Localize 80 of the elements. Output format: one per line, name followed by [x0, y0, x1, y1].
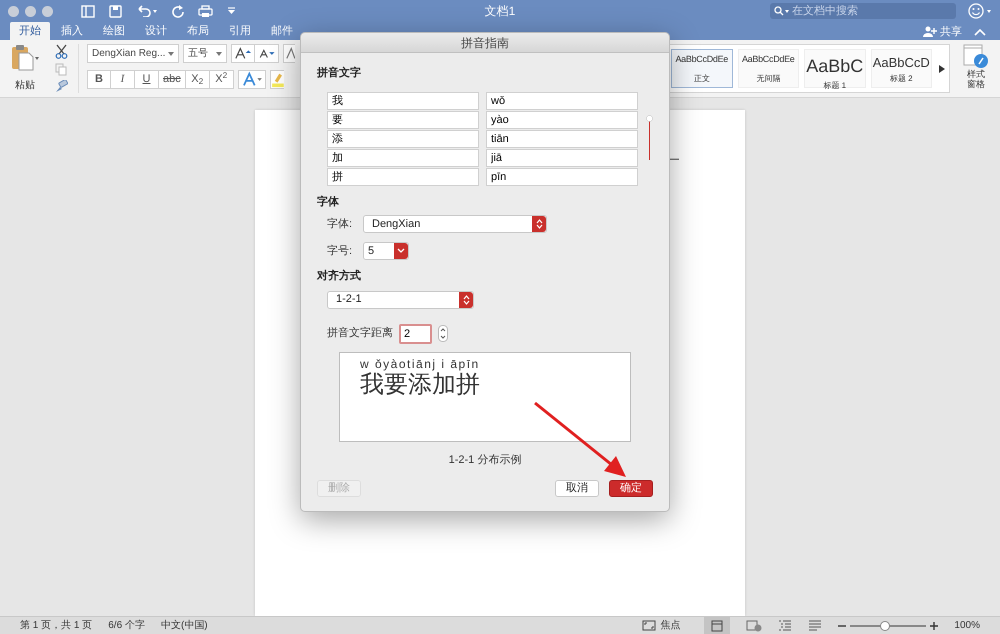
add-person-icon[interactable]: [923, 26, 937, 38]
shrink-font-icon[interactable]: [255, 44, 279, 63]
ok-button[interactable]: 确定: [609, 480, 653, 497]
pinyin-field[interactable]: jiā: [486, 148, 638, 166]
pinyin-field[interactable]: wǒ: [486, 92, 638, 110]
sidebar-icon[interactable]: [81, 4, 95, 18]
size-label: 字号:: [327, 244, 354, 259]
preview-pinyin: w ǒyàotiānj i āpīn: [360, 356, 480, 370]
paste-icon[interactable]: [10, 44, 40, 72]
format-painter-icon[interactable]: [54, 80, 68, 93]
style-item[interactable]: AaBbCcD 标题 2: [870, 49, 932, 88]
script-button[interactable]: X$^{2}$: [210, 70, 234, 89]
print-layout-icon[interactable]: [704, 616, 730, 634]
zoom-percentage: 100%: [954, 619, 980, 633]
word-count: 6/6 个字: [108, 618, 145, 633]
base-text-field[interactable]: 添: [327, 130, 479, 148]
style-item[interactable]: AaBbC 标题 1: [804, 49, 866, 88]
text-effects-icon[interactable]: [238, 70, 266, 89]
alignment-select[interactable]: 1-2-1: [327, 290, 474, 308]
save-icon[interactable]: [109, 4, 122, 18]
style-item[interactable]: AaBbCcDdEe 正文: [671, 49, 732, 88]
bold-button[interactable]: B: [87, 70, 111, 89]
offset-label: 拼音文字距离: [327, 326, 393, 342]
draft-icon[interactable]: [808, 620, 822, 631]
focus-label[interactable]: 焦点: [660, 618, 680, 633]
preview-text: 我要添加拼: [360, 370, 480, 398]
updown-arrows-icon[interactable]: [536, 219, 542, 229]
caret-icon[interactable]: [397, 248, 405, 254]
caret-icon[interactable]: [168, 52, 174, 56]
cancel-button[interactable]: 取消: [555, 480, 599, 497]
font-size-dropdown[interactable]: 五号: [183, 44, 227, 63]
section-heading: 对齐方式: [317, 268, 362, 284]
stepper-icon[interactable]: [438, 325, 448, 342]
focus-icon[interactable]: [642, 620, 656, 631]
zoom-in-icon[interactable]: [930, 622, 938, 630]
base-text-field[interactable]: 拼: [327, 168, 479, 186]
base-text-field[interactable]: 我: [327, 92, 479, 110]
caret-icon[interactable]: [216, 52, 222, 56]
dialog-title: 拼音指南: [461, 36, 509, 50]
print-icon[interactable]: [198, 4, 213, 18]
base-text-field[interactable]: 加: [327, 148, 479, 166]
window-title: 文档1: [484, 4, 516, 18]
redo-icon[interactable]: [172, 4, 184, 18]
strikethrough-button[interactable]: abc: [159, 70, 186, 89]
styles-pane-label: 样式窗格: [966, 70, 986, 90]
collapse-ribbon-icon[interactable]: [974, 28, 986, 36]
customize-caret-icon[interactable]: [227, 7, 236, 15]
preview-caption: 1-2-1 分布示例: [448, 454, 522, 466]
updown-arrows-icon[interactable]: [462, 294, 470, 304]
ribbon-tab[interactable]: 开始: [10, 22, 50, 40]
pinyin-field[interactable]: pīn: [486, 168, 638, 186]
outline-icon[interactable]: [778, 620, 792, 631]
pinyin-field[interactable]: yào: [486, 110, 638, 128]
search-field[interactable]: 在文档中搜索: [770, 3, 956, 19]
language-status: 中文(中国): [160, 618, 208, 633]
base-text-field[interactable]: 要: [327, 110, 479, 128]
clear-format-icon[interactable]: [283, 44, 295, 63]
size-select[interactable]: 5: [363, 242, 409, 260]
section-heading: 拼音文字: [317, 66, 362, 81]
style-item[interactable]: AaBbCcDdEe 无间隔: [738, 49, 799, 88]
grow-font-icon[interactable]: [231, 44, 255, 63]
styles-pane-icon[interactable]: [963, 44, 989, 70]
italic-button[interactable]: I: [111, 70, 135, 89]
font-dropdown[interactable]: DengXian Reg...: [87, 44, 179, 63]
smiley-icon[interactable]: [968, 3, 992, 19]
font-label: 字体:: [327, 216, 354, 232]
offset-field[interactable]: 2: [399, 324, 432, 344]
paste-label: 粘贴: [15, 78, 35, 93]
pinyin-field[interactable]: tiān: [486, 130, 638, 148]
underline-button[interactable]: U: [135, 70, 159, 89]
page-count: 第 1 页，共 1 页: [20, 618, 92, 633]
section-heading: 字体: [317, 194, 340, 210]
undo-icon[interactable]: [136, 5, 158, 17]
zoom-window-control[interactable]: [42, 6, 53, 16]
script-button[interactable]: X$_{2}$: [186, 70, 210, 89]
scissors-icon[interactable]: [54, 44, 68, 59]
font-select[interactable]: DengXian: [363, 215, 547, 233]
web-layout-icon[interactable]: [746, 620, 762, 632]
close-window-control[interactable]: [8, 6, 19, 16]
minimize-window-control[interactable]: [25, 6, 36, 16]
